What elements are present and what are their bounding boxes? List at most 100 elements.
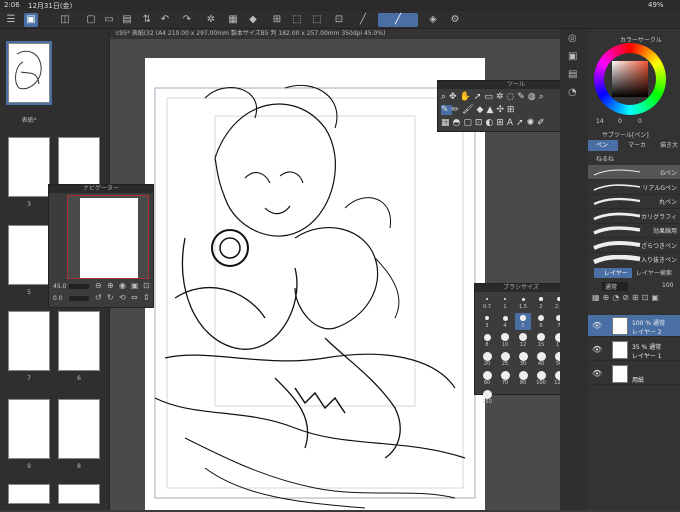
eye-icon[interactable]: 👁 xyxy=(592,345,602,354)
brush-size-cell[interactable]: 1 xyxy=(497,294,513,311)
history-icon[interactable]: ◔ xyxy=(568,87,577,98)
page-thumb-6[interactable] xyxy=(58,311,100,371)
color-panel-icon[interactable]: ◎ xyxy=(568,33,577,44)
brush-size-cell[interactable]: 80 xyxy=(515,370,531,387)
rect-select-icon[interactable]: ▭ xyxy=(484,92,496,102)
brush-size-cell[interactable]: 0.7 xyxy=(479,294,495,311)
page-thumb-8[interactable] xyxy=(58,399,100,459)
zoom-100-icon[interactable]: ◉ xyxy=(119,281,126,290)
navigator-window[interactable]: ナビゲーター 45.0 0.0 ⊖ ⊕ ◉ ▣ ⊡ ↺ ↻ ⟲ ⇔ ⇕ xyxy=(48,184,154,308)
tab-marker[interactable]: マーカ xyxy=(620,140,648,151)
open-icon[interactable]: ▭ xyxy=(102,13,116,27)
brush-item[interactable]: ざらつきペン xyxy=(588,238,680,253)
brush-size-window[interactable]: ブラシサイズ 0.7 1 1.5 2 2.5 3 4 5 6 7 8 10 12 15 17 20 25 30 40… xyxy=(474,283,568,405)
paint-icon[interactable]: ◍ xyxy=(528,92,539,102)
eyedropper-icon[interactable]: ✎ xyxy=(517,92,528,102)
balloon-tool-icon[interactable]: ◐ xyxy=(485,118,496,128)
opacity-value[interactable]: 100 xyxy=(662,282,673,289)
zoom-out-icon[interactable]: ⊖ xyxy=(95,281,102,290)
blend-mode-select[interactable]: 通常 xyxy=(602,282,628,291)
brush-size-cell[interactable]: 25 xyxy=(497,351,513,368)
tab-layers[interactable]: レイヤー xyxy=(594,268,632,278)
fit-icon[interactable]: ▣ xyxy=(131,281,139,290)
fill-icon[interactable]: ◆ xyxy=(246,13,260,27)
layer-tools[interactable]: ▦⊕◔⊘⊞⊡▣ xyxy=(588,293,680,307)
stepper-icon[interactable]: ⇅ xyxy=(140,13,154,27)
snap-icon[interactable]: ⊡ xyxy=(332,13,346,27)
brush-size-cell[interactable]: 2 xyxy=(533,294,549,311)
rotate-left-icon[interactable]: ↺ xyxy=(95,293,102,302)
magic-wand-icon[interactable]: ✲ xyxy=(496,92,507,102)
color-set-icon[interactable]: ▣ xyxy=(568,51,577,62)
clear-icon[interactable]: ▦ xyxy=(226,13,240,27)
page-thumb-cover[interactable] xyxy=(6,41,52,105)
brush-size-cell[interactable]: 4 xyxy=(497,313,513,330)
search-tool-icon[interactable]: ⌕ xyxy=(539,92,547,102)
eye-icon[interactable]: 👁 xyxy=(592,321,602,330)
layer-row[interactable]: 👁 100 % 通常 レイヤー 2 xyxy=(588,315,680,337)
correct-line-icon[interactable]: ➚ xyxy=(516,118,527,128)
new-file-icon[interactable]: ▢ xyxy=(84,13,98,27)
save-icon[interactable]: ▤ xyxy=(120,13,134,27)
brush-size-cell[interactable]: 100 xyxy=(533,370,549,387)
redo-icon[interactable]: ↷ xyxy=(180,13,194,27)
saturation-square[interactable] xyxy=(612,61,648,97)
flip-h-icon[interactable]: ⇔ xyxy=(131,293,138,302)
airbrush-icon[interactable]: ✣ xyxy=(496,105,507,115)
settings-icon[interactable]: ⚙ xyxy=(448,13,462,27)
brush-item[interactable]: Gペン xyxy=(588,165,680,180)
brush-size-cell[interactable]: 150 xyxy=(479,389,495,406)
tab-pen[interactable]: ペン xyxy=(588,140,618,151)
brush-tool-icon[interactable]: 🖌 xyxy=(462,105,476,115)
pen-tool-icon[interactable]: ✎ xyxy=(441,105,452,115)
brush-item[interactable]: カリグラフィ xyxy=(588,209,680,224)
invert-selection-icon[interactable]: ⬚ xyxy=(310,13,324,27)
tab-layer-search[interactable]: レイヤー検索 xyxy=(636,268,672,277)
pen-snap-icon[interactable]: ╱ xyxy=(378,13,418,27)
eye-icon[interactable]: 👁 xyxy=(592,369,602,378)
navigator-preview[interactable] xyxy=(67,195,149,279)
flip-v-icon[interactable]: ⇕ xyxy=(143,293,150,302)
undo-icon[interactable]: ↶ xyxy=(158,13,172,27)
page-thumb-10[interactable] xyxy=(58,484,100,504)
ruler-snap-icon[interactable]: ╱ xyxy=(356,13,370,27)
page-thumb-5[interactable] xyxy=(8,225,50,285)
transform-icon[interactable]: ✲ xyxy=(204,13,218,27)
brush-size-cell[interactable]: 10 xyxy=(497,332,513,349)
move-tool-icon[interactable]: ✥ xyxy=(449,92,460,102)
brush-size-cell[interactable]: 60 xyxy=(479,370,495,387)
select-tool-icon[interactable]: ➚ xyxy=(474,92,485,102)
deselect-icon[interactable]: ⬚ xyxy=(290,13,304,27)
eraser-tool-icon[interactable]: ◆ xyxy=(477,105,487,115)
brush-size-cell[interactable]: 6 xyxy=(533,313,549,330)
zoom-slider[interactable] xyxy=(69,284,89,289)
reset-rotation-icon[interactable]: ⟲ xyxy=(119,293,126,302)
zoom-in-icon[interactable]: ⊕ xyxy=(107,281,114,290)
brush-item[interactable]: リアルGペン xyxy=(588,180,680,195)
brush-item[interactable]: 丸ペン xyxy=(588,194,680,209)
brush-size-cell[interactable]: 3 xyxy=(479,313,495,330)
hue-ring[interactable] xyxy=(594,43,666,115)
document-tab[interactable]: c95* 表紙(32 (A4 210.00 x 297.00mm 製本サイズB5… xyxy=(110,29,560,39)
subtool-group[interactable]: ねるね xyxy=(596,154,614,163)
angle-slider[interactable] xyxy=(69,296,89,301)
page-thumb-9[interactable] xyxy=(8,399,50,459)
layer-row[interactable]: 👁 35 % 通常 レイヤー 1 xyxy=(588,339,680,361)
brush-size-cell[interactable]: 1.5 xyxy=(515,294,531,311)
brush-size-cell[interactable]: 5 xyxy=(515,313,531,330)
brush-item[interactable]: 効果線用 xyxy=(588,223,680,238)
ruler-tool-icon[interactable]: ⊡ xyxy=(475,118,486,128)
crop-icon[interactable]: ⊞ xyxy=(270,13,284,27)
layer-tool-icon[interactable]: ▦ xyxy=(441,118,453,128)
menu-icon[interactable]: ☰ xyxy=(4,13,18,27)
brush-size-cell[interactable]: 70 xyxy=(497,370,513,387)
grid-tool-icon[interactable]: ⊞ xyxy=(507,105,518,115)
page-thumb-7[interactable] xyxy=(8,311,50,371)
page-thumb-3[interactable] xyxy=(8,137,50,197)
brush-size-cell[interactable]: 30 xyxy=(515,351,531,368)
tab-brush[interactable]: 描き大 xyxy=(650,140,680,151)
pencil-tool-icon[interactable]: ✏ xyxy=(452,105,463,115)
gallery-icon[interactable]: ▤ xyxy=(568,69,577,80)
fit-window-icon[interactable]: ⊡ xyxy=(143,281,150,290)
brush-size-cell[interactable]: 8 xyxy=(479,332,495,349)
